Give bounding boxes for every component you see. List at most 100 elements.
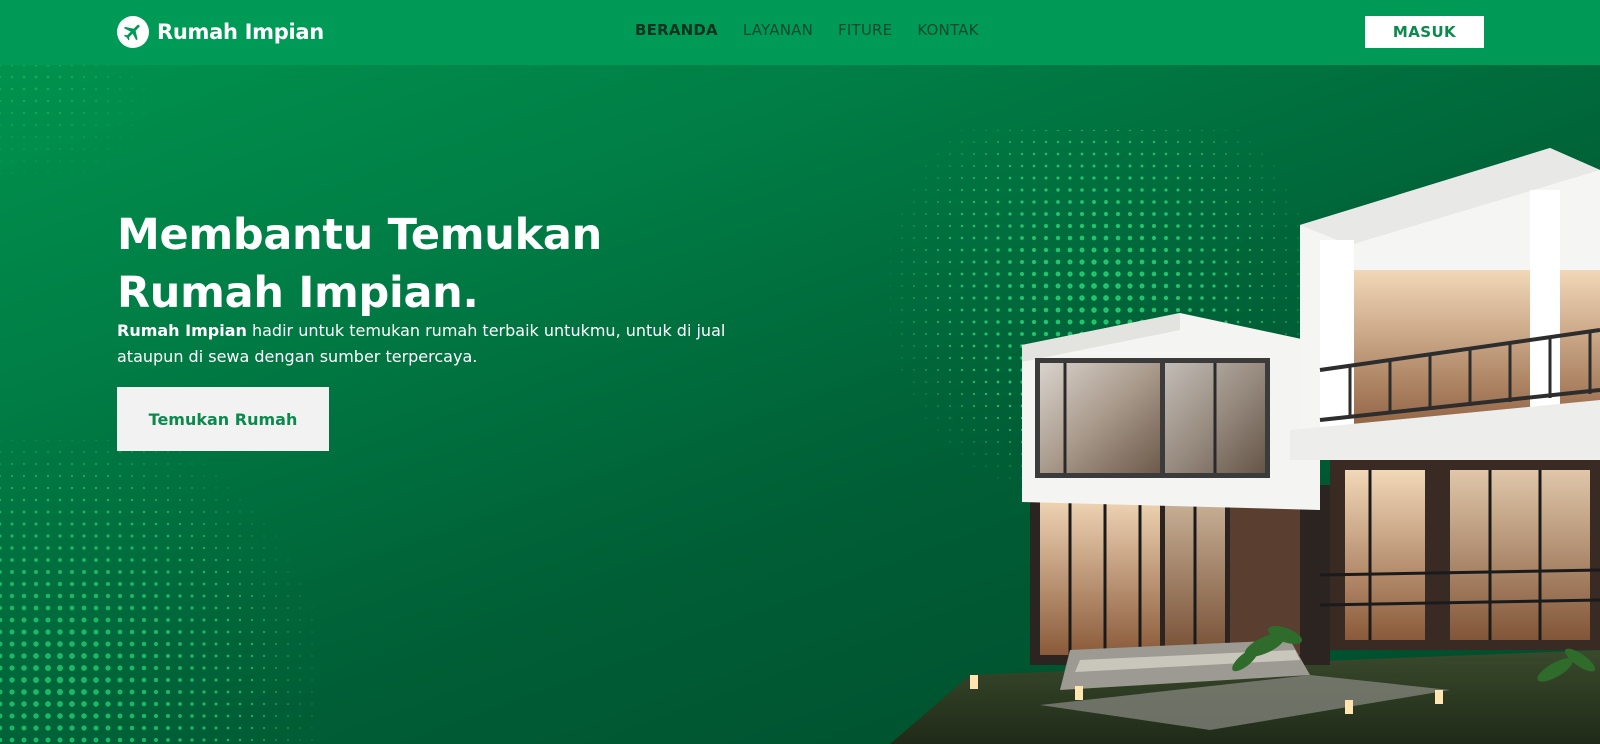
decor-dot xyxy=(997,477,999,479)
decor-dot xyxy=(69,713,75,719)
decor-dot xyxy=(1009,141,1011,143)
decor-dot xyxy=(1297,273,1299,275)
brand-logo-link[interactable]: Rumah Impian xyxy=(117,16,324,48)
decor-dot xyxy=(985,465,987,467)
decor-dot xyxy=(1103,259,1109,265)
nav-item-fiture[interactable]: FITURE xyxy=(838,21,892,39)
decor-dot xyxy=(1188,284,1192,288)
decor-dot xyxy=(167,487,169,489)
decor-dot xyxy=(1260,308,1264,312)
decor-dot xyxy=(1224,308,1228,312)
decor-dot xyxy=(227,547,229,549)
decor-dot xyxy=(1091,271,1097,277)
decor-dot xyxy=(985,130,987,131)
decor-dot xyxy=(1127,295,1133,301)
decor-dot xyxy=(1212,308,1216,312)
decor-dot xyxy=(68,676,76,684)
decor-dot xyxy=(117,605,123,611)
decor-dot xyxy=(58,87,62,91)
decor-dot xyxy=(69,737,75,743)
decor-dot xyxy=(1127,247,1133,253)
decor-dot xyxy=(166,606,170,610)
decor-dot xyxy=(250,714,254,718)
decor-dot xyxy=(141,629,147,635)
decor-dot xyxy=(106,498,110,502)
decor-dot xyxy=(1200,284,1204,288)
decor-dot xyxy=(46,498,50,502)
decor-dot xyxy=(83,451,85,453)
decor-dot xyxy=(948,272,952,276)
login-button[interactable]: MASUK xyxy=(1365,16,1484,48)
decor-dot xyxy=(11,124,13,126)
decor-dot xyxy=(1249,201,1251,203)
decor-dot xyxy=(1008,164,1012,168)
decor-dot xyxy=(9,593,15,599)
decor-dot xyxy=(1032,200,1036,204)
decor-dot xyxy=(107,88,109,90)
decor-dot xyxy=(35,463,37,465)
decor-dot xyxy=(47,136,49,138)
decor-dot xyxy=(1031,247,1037,253)
decor-dot xyxy=(57,701,63,707)
decor-dot xyxy=(984,212,988,216)
decor-dot xyxy=(1139,307,1145,313)
decor-dot xyxy=(275,607,277,609)
decor-dot xyxy=(949,393,951,395)
decor-dot xyxy=(263,631,265,633)
decor-dot xyxy=(57,605,63,611)
decor-dot xyxy=(34,486,38,490)
decor-dot xyxy=(21,629,27,635)
decor-dot xyxy=(1164,224,1168,228)
decor-dot xyxy=(287,739,289,741)
decor-dot xyxy=(191,499,193,501)
decor-dot xyxy=(1031,319,1037,325)
decor-dot xyxy=(901,261,903,263)
nav-item-kontak[interactable]: KONTAK xyxy=(917,21,978,39)
decor-dot xyxy=(203,511,205,513)
decor-dot xyxy=(961,405,963,407)
decor-dot xyxy=(1031,259,1037,265)
decor-dot xyxy=(81,677,87,683)
decor-dot xyxy=(179,487,181,489)
decor-dot xyxy=(1273,189,1275,191)
decor-dot xyxy=(984,188,988,192)
decor-dot xyxy=(1188,248,1192,252)
find-house-button[interactable]: Temukan Rumah xyxy=(117,387,329,451)
decor-dot xyxy=(996,200,1000,204)
decor-dot xyxy=(81,653,87,659)
decor-dot xyxy=(937,393,939,395)
nav-item-layanan[interactable]: LAYANAN xyxy=(743,21,813,39)
decor-dot xyxy=(913,285,915,287)
decor-dot xyxy=(68,688,76,696)
decor-dot xyxy=(0,486,2,490)
decor-dot xyxy=(129,593,135,599)
decor-dot xyxy=(1164,236,1168,240)
decor-dot xyxy=(105,581,111,587)
decor-dot xyxy=(95,76,97,78)
decor-dot xyxy=(238,582,242,586)
decor-dot xyxy=(107,112,109,114)
decor-dot xyxy=(275,679,277,681)
decor-dot xyxy=(58,111,62,115)
decor-dot xyxy=(1248,248,1252,252)
decor-dot xyxy=(996,308,1000,312)
decor-dot xyxy=(973,165,975,167)
decor-dot xyxy=(250,618,254,622)
decor-dot xyxy=(1021,141,1023,143)
decor-dot xyxy=(299,607,301,609)
nav-item-beranda[interactable]: BERANDA xyxy=(635,21,718,39)
decor-dot xyxy=(0,498,2,502)
decor-dot xyxy=(287,583,289,585)
decor-dot xyxy=(1056,140,1060,144)
decor-dot xyxy=(275,715,277,717)
decor-dot xyxy=(178,630,182,634)
decor-dot xyxy=(1260,296,1264,300)
decor-dot xyxy=(1055,271,1061,277)
decor-dot xyxy=(178,618,182,622)
decor-dot xyxy=(178,522,182,526)
decor-dot xyxy=(948,296,952,300)
decor-dot xyxy=(69,593,75,599)
decor-dot xyxy=(263,595,265,597)
decor-dot xyxy=(119,124,121,126)
decor-dot xyxy=(93,701,99,707)
